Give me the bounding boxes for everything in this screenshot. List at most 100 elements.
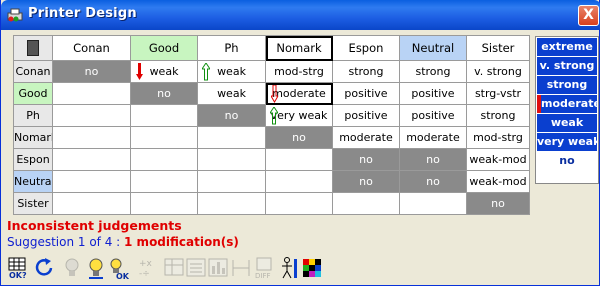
matrix-row-good: Good no weak moderate positive positive … bbox=[13, 82, 530, 105]
chart-disabled-icon[interactable] bbox=[207, 256, 229, 280]
matrix-cell[interactable]: positive bbox=[399, 82, 467, 105]
refresh-icon[interactable] bbox=[34, 256, 56, 280]
matrix-cell bbox=[197, 170, 266, 193]
matrix-cell bbox=[130, 104, 198, 127]
matrix-cell[interactable]: strong bbox=[399, 60, 467, 83]
matrix-cell bbox=[52, 148, 131, 171]
col-header-conan[interactable]: Conan bbox=[52, 35, 131, 61]
col-header-nomark[interactable]: Nomark bbox=[265, 35, 333, 61]
matrix-cell: no bbox=[332, 148, 400, 171]
calc-disabled-icon[interactable]: +x-÷ bbox=[137, 256, 159, 280]
table-disabled-icon[interactable] bbox=[163, 256, 185, 280]
svg-text:OK?: OK? bbox=[9, 271, 27, 280]
matrix-row-ph: Ph no very weak positive positive strong bbox=[13, 104, 530, 127]
matrix-cell-value: very weak bbox=[270, 109, 328, 122]
row-header-espon[interactable]: Espon bbox=[13, 148, 53, 171]
matrix-cell[interactable]: positive bbox=[332, 104, 400, 127]
col-header-ph[interactable]: Ph bbox=[197, 35, 266, 61]
scale-item-weak[interactable]: weak bbox=[537, 114, 597, 132]
matrix-cell bbox=[52, 82, 131, 105]
matrix-cell bbox=[130, 192, 198, 215]
matrix-cell bbox=[130, 170, 198, 193]
svg-text:+x: +x bbox=[139, 259, 153, 269]
matrix-cell bbox=[52, 126, 131, 149]
svg-text:-÷: -÷ bbox=[139, 269, 150, 279]
matrix-cell[interactable]: moderate bbox=[399, 126, 467, 149]
diff-disabled-icon[interactable]: DIFF bbox=[253, 256, 275, 280]
matrix-cell bbox=[52, 192, 131, 215]
matrix-cell-value: weak bbox=[149, 65, 179, 78]
down-arrow-icon bbox=[271, 85, 278, 103]
matrix-cell: no bbox=[265, 126, 333, 149]
close-button[interactable]: X bbox=[578, 5, 599, 26]
matrix-header-row: Conan Good Ph Nomark Espon Neutral Siste… bbox=[13, 35, 530, 61]
printer-design-window: Printer Design X Conan Good Ph Nomark Es… bbox=[0, 0, 600, 286]
judgement-scale: extreme v. strong strong moderate weak v… bbox=[535, 36, 599, 184]
scale-item-strong[interactable]: strong bbox=[537, 76, 597, 94]
svg-text:OK: OK bbox=[116, 272, 129, 280]
matrix-cell bbox=[130, 148, 198, 171]
matrix-cell[interactable]: weak bbox=[197, 60, 266, 83]
list-disabled-icon[interactable] bbox=[185, 256, 207, 280]
matrix-cell[interactable]: moderate bbox=[332, 126, 400, 149]
col-header-espon[interactable]: Espon bbox=[332, 35, 400, 61]
matrix-cell[interactable]: weak bbox=[197, 82, 266, 105]
matrix-cell: no bbox=[399, 170, 467, 193]
col-header-neutral[interactable]: Neutral bbox=[399, 35, 467, 61]
matrix-cell[interactable]: no bbox=[399, 148, 467, 171]
matrix-cell[interactable]: v. strong bbox=[466, 60, 530, 83]
matrix-cell: no bbox=[130, 82, 198, 105]
row-header-sister[interactable]: Sister bbox=[13, 192, 53, 215]
col-header-sister[interactable]: Sister bbox=[466, 35, 530, 61]
row-header-ph[interactable]: Ph bbox=[13, 104, 53, 127]
matrix-cell-value: weak bbox=[217, 65, 246, 78]
inconsistency-message: Inconsistent judgements bbox=[7, 218, 182, 233]
matrix-cell[interactable]: very weak bbox=[265, 104, 333, 127]
svg-text:DIFF: DIFF bbox=[255, 272, 271, 280]
matrix-row-nomark: Nomark no moderate moderate mod-strg bbox=[13, 126, 530, 149]
scale-item-v-strong[interactable]: v. strong bbox=[537, 57, 597, 75]
matrix-cell bbox=[197, 126, 266, 149]
matrix-cell bbox=[197, 148, 266, 171]
matrix-cell-selected[interactable]: moderate bbox=[265, 82, 333, 105]
matrix-cell: no bbox=[52, 60, 131, 83]
row-header-conan[interactable]: Conan bbox=[13, 60, 53, 83]
row-header-neutral[interactable]: Neutral bbox=[13, 170, 53, 193]
toolbar: OK? OK +x -÷ DIFF bbox=[7, 256, 321, 282]
matrix-cell bbox=[52, 170, 131, 193]
matrix-cell[interactable]: mod-strg bbox=[265, 60, 333, 83]
matrix-cell[interactable]: strg-vstr bbox=[466, 82, 530, 105]
col-header-good[interactable]: Good bbox=[130, 35, 198, 61]
calculator-icon[interactable] bbox=[13, 35, 53, 61]
matrix-cell[interactable]: positive bbox=[332, 82, 400, 105]
matrix-cell[interactable]: positive bbox=[399, 104, 467, 127]
up-arrow-icon bbox=[202, 63, 210, 81]
matrix-cell bbox=[265, 170, 333, 193]
matrix-cell[interactable]: weak-mod bbox=[466, 170, 530, 193]
scale-item-moderate[interactable]: moderate bbox=[537, 95, 597, 113]
scale-item-no[interactable]: no bbox=[537, 152, 597, 170]
bulb-icon[interactable] bbox=[85, 256, 107, 280]
ok-grid-icon[interactable]: OK? bbox=[7, 256, 29, 280]
row-header-good[interactable]: Good bbox=[13, 82, 53, 105]
matrix-cell[interactable]: weak bbox=[130, 60, 198, 83]
matrix-cell bbox=[130, 126, 198, 149]
bulb-ok-icon[interactable]: OK bbox=[107, 256, 129, 280]
comparison-matrix: Conan Good Ph Nomark Espon Neutral Siste… bbox=[13, 35, 530, 215]
matrix-cell[interactable]: strong bbox=[466, 104, 530, 127]
split-disabled-icon[interactable] bbox=[230, 256, 252, 280]
matrix-cell bbox=[265, 148, 333, 171]
matrix-cell[interactable]: mod-strg bbox=[466, 126, 530, 149]
scale-item-extreme[interactable]: extreme bbox=[537, 38, 597, 56]
color-grid-icon[interactable] bbox=[301, 256, 323, 280]
matrix-cell[interactable]: strong bbox=[332, 60, 400, 83]
person-icon[interactable] bbox=[279, 256, 301, 280]
matrix-row-espon: Espon no no weak-mod bbox=[13, 148, 530, 171]
title-bar: Printer Design X bbox=[1, 0, 600, 30]
matrix-cell bbox=[399, 192, 467, 215]
scale-item-very-weak[interactable]: very weak bbox=[537, 133, 597, 151]
bulb-disabled-icon[interactable] bbox=[61, 256, 83, 280]
row-header-nomark[interactable]: Nomark bbox=[13, 126, 53, 149]
window-title: Printer Design bbox=[28, 6, 137, 21]
matrix-cell[interactable]: weak-mod bbox=[466, 148, 530, 171]
